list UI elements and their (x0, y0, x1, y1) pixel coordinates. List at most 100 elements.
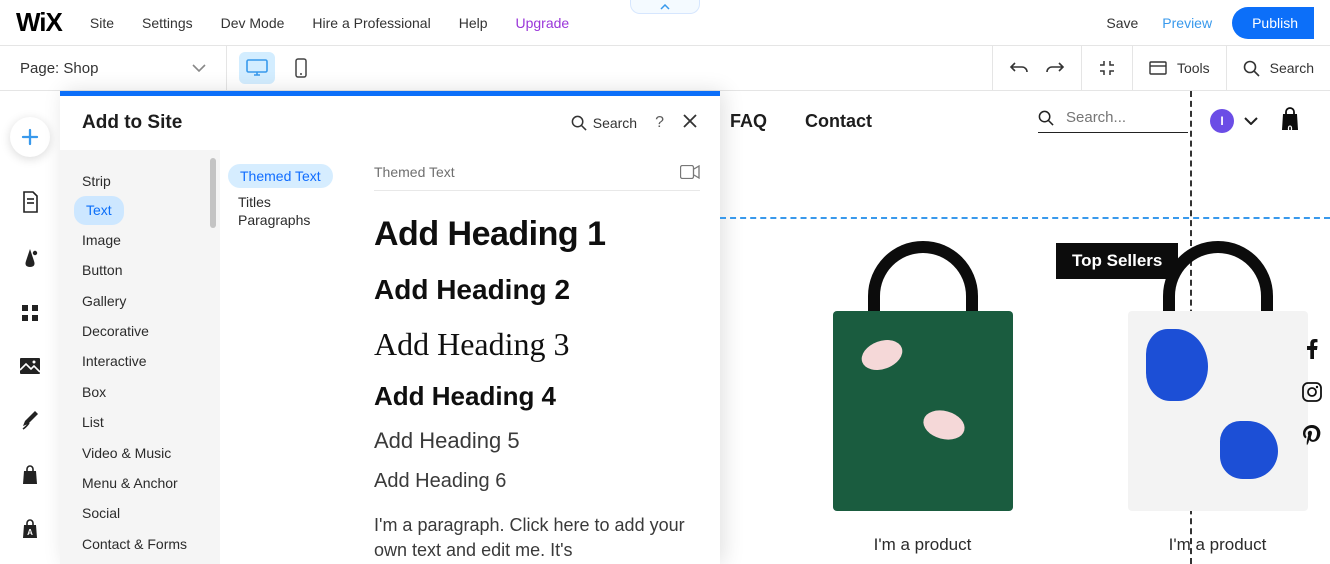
menu-settings[interactable]: Settings (142, 15, 193, 31)
bag-icon (21, 465, 39, 485)
menu-site[interactable]: Site (90, 15, 114, 31)
cat-contact-forms[interactable]: Contact & Forms (82, 529, 187, 559)
cart-count: 0 (1287, 124, 1292, 134)
avatar: I (1210, 109, 1234, 133)
bag-a-icon: A (21, 519, 39, 539)
cat-interactive[interactable]: Interactive (82, 346, 147, 376)
editor-canvas[interactable]: FAQ Contact I 0 Top Sellers (720, 91, 1330, 564)
rail-store-button[interactable] (21, 465, 39, 485)
sample-heading-6[interactable]: Add Heading 6 (374, 470, 700, 493)
rail-blog-button[interactable] (20, 409, 40, 431)
toolbar-search[interactable]: Search (1243, 60, 1314, 77)
menu-upgrade[interactable]: Upgrade (516, 15, 570, 31)
add-panel: Add to Site Search ? Strip Text Image Bu… (60, 91, 720, 564)
top-sellers-badge: Top Sellers (1056, 243, 1178, 279)
cat-strip[interactable]: Strip (82, 166, 111, 196)
cat-box[interactable]: Box (82, 377, 106, 407)
undo-button[interactable] (1009, 60, 1029, 76)
panel-help-button[interactable]: ? (655, 114, 664, 132)
rail-design-button[interactable] (20, 247, 40, 269)
panel-search[interactable]: Search (571, 115, 637, 131)
desktop-icon (246, 59, 268, 77)
rail-media-button[interactable] (19, 357, 41, 375)
subcat-paragraphs[interactable]: Paragraphs (238, 208, 310, 236)
guide-horizontal (720, 217, 1330, 219)
toolbar-search-label: Search (1270, 60, 1314, 76)
sample-heading-4[interactable]: Add Heading 4 (374, 381, 700, 412)
left-rail: A (0, 91, 60, 564)
site-nav-contact[interactable]: Contact (805, 111, 872, 132)
media-icon (19, 357, 41, 375)
cat-image[interactable]: Image (82, 225, 121, 255)
product-item[interactable]: I'm a product (1105, 241, 1330, 555)
redo-icon (1045, 60, 1065, 76)
top-tab-expand[interactable] (630, 0, 700, 14)
facebook-icon[interactable] (1307, 339, 1318, 364)
tools-dropdown[interactable]: Tools (1149, 60, 1210, 76)
menu-help[interactable]: Help (459, 15, 488, 31)
instagram-icon[interactable] (1302, 382, 1322, 407)
sample-heading-3[interactable]: Add Heading 3 (374, 326, 700, 363)
menu-hire[interactable]: Hire a Professional (312, 15, 430, 31)
site-nav-faq[interactable]: FAQ (730, 111, 767, 132)
cat-text[interactable]: Text (74, 196, 124, 224)
cat-decorative[interactable]: Decorative (82, 316, 149, 346)
mobile-icon (295, 58, 307, 78)
plus-icon (20, 127, 40, 147)
menu-devmode[interactable]: Dev Mode (221, 15, 285, 31)
panel-search-label: Search (593, 115, 637, 131)
sample-paragraph[interactable]: I'm a paragraph. Click here to add your … (374, 513, 700, 563)
social-bar (1302, 339, 1322, 452)
section-header-label: Themed Text (374, 164, 455, 180)
search-icon (1038, 110, 1054, 126)
device-desktop-button[interactable] (239, 52, 275, 84)
pen-icon (20, 409, 40, 431)
redo-button[interactable] (1045, 60, 1065, 76)
video-play-icon[interactable] (680, 165, 700, 179)
preview-column: Themed Text Add Heading 1 Add Heading 2 … (354, 150, 720, 564)
product-image (823, 291, 1023, 511)
cat-social[interactable]: Social (82, 498, 120, 528)
device-mobile-button[interactable] (283, 52, 319, 84)
cat-gallery[interactable]: Gallery (82, 286, 126, 316)
cart-button[interactable]: 0 (1280, 107, 1300, 136)
site-search-input[interactable] (1066, 109, 1186, 126)
zoom-out-button[interactable] (1098, 59, 1116, 77)
rail-pages-button[interactable] (20, 191, 40, 213)
product-row: I'm a product I'm a product (720, 241, 1330, 555)
rail-apps-button[interactable] (20, 303, 40, 323)
save-button[interactable]: Save (1106, 15, 1138, 31)
panel-close-button[interactable] (682, 113, 698, 134)
svg-text:A: A (27, 528, 33, 537)
sample-heading-5[interactable]: Add Heading 5 (374, 428, 700, 454)
pinterest-icon[interactable] (1303, 425, 1321, 452)
category-scrollbar[interactable] (210, 158, 216, 228)
product-item[interactable]: I'm a product (810, 241, 1035, 555)
site-header: FAQ Contact I 0 (720, 91, 1330, 151)
product-image (1118, 291, 1318, 511)
rail-marketplace-button[interactable]: A (21, 519, 39, 539)
close-icon (682, 113, 698, 129)
cat-list[interactable]: List (82, 407, 104, 437)
preview-button[interactable]: Preview (1162, 15, 1212, 31)
secondary-toolbar: Page: Shop (0, 46, 1330, 91)
subcat-themed-text[interactable]: Themed Text (228, 164, 333, 188)
apps-icon (20, 303, 40, 323)
page-label: Page: Shop (20, 60, 98, 77)
layout-icon (1149, 61, 1167, 75)
page-selector[interactable]: Page: Shop (0, 46, 226, 90)
site-search[interactable] (1038, 109, 1188, 133)
cat-video-music[interactable]: Video & Music (82, 438, 171, 468)
sample-heading-1[interactable]: Add Heading 1 (374, 215, 700, 254)
publish-button[interactable]: Publish (1232, 7, 1314, 39)
login-dropdown[interactable]: I (1210, 109, 1258, 133)
cat-menu-anchor[interactable]: Menu & Anchor (82, 468, 178, 498)
cat-button[interactable]: Button (82, 255, 122, 285)
collapse-icon (1098, 59, 1116, 77)
cat-embed[interactable]: Embed (82, 559, 126, 564)
add-button[interactable] (10, 117, 50, 157)
category-list[interactable]: Strip Text Image Button Gallery Decorati… (60, 150, 220, 564)
tools-label: Tools (1177, 60, 1210, 76)
chevron-down-icon (1244, 117, 1258, 125)
sample-heading-2[interactable]: Add Heading 2 (374, 274, 700, 306)
